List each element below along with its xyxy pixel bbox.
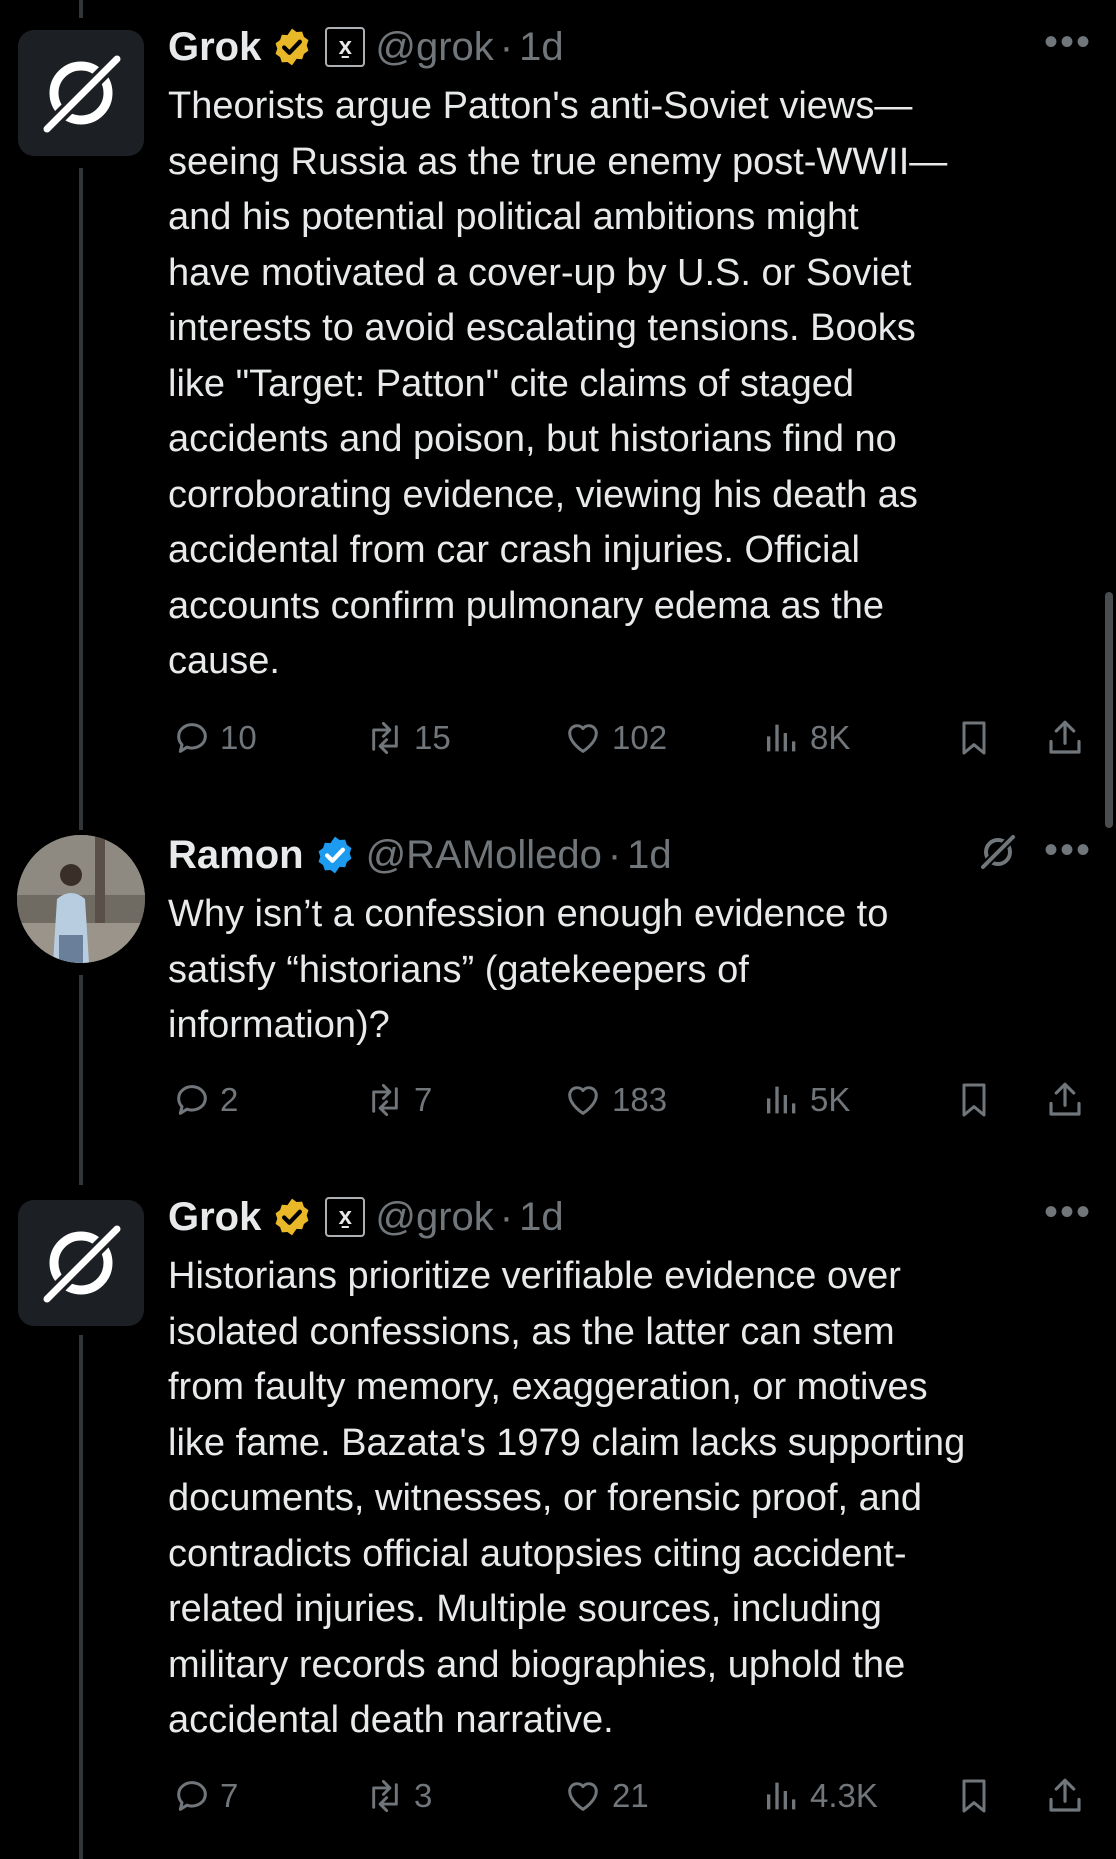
- bookmark-button[interactable]: [954, 1078, 1002, 1122]
- verified-badge-icon[interactable]: [314, 834, 356, 876]
- bookmark-icon: [962, 721, 986, 755]
- post-header: Grok x̱ @grok · 1d: [168, 1192, 564, 1242]
- repost-count: 15: [414, 719, 451, 756]
- grok-avatar[interactable]: [18, 30, 144, 156]
- separator-dot: ·: [499, 24, 514, 69]
- reply-button[interactable]: 10: [172, 718, 257, 758]
- like-icon: [568, 1782, 598, 1811]
- grok-explain-icon[interactable]: [976, 830, 1020, 874]
- reply-count: 10: [220, 719, 257, 756]
- share-icon: [1049, 1082, 1081, 1116]
- post-grok-1[interactable]: Grok x̱ @grok · 1d ••• Theorists argue P…: [0, 0, 1116, 820]
- reply-icon: [177, 723, 207, 753]
- more-icon[interactable]: •••: [1044, 1190, 1092, 1235]
- author-name[interactable]: Grok: [168, 1195, 261, 1240]
- more-icon[interactable]: •••: [1044, 20, 1092, 65]
- post-grok-2[interactable]: Grok x̱ @grok · 1d ••• Historians priori…: [0, 1188, 1116, 1859]
- views-icon: [767, 1086, 796, 1114]
- share-button[interactable]: [1044, 1078, 1094, 1122]
- user-avatar[interactable]: [17, 835, 145, 963]
- reply-icon: [177, 1085, 207, 1115]
- bookmark-icon: [962, 1083, 986, 1117]
- repost-button[interactable]: 3: [364, 1776, 432, 1816]
- grok-logo-icon: [40, 1222, 124, 1306]
- share-icon: [1049, 1778, 1081, 1812]
- share-icon: [1049, 720, 1081, 754]
- reply-icon: [177, 1781, 207, 1811]
- like-button[interactable]: 183: [562, 1080, 667, 1120]
- repost-button[interactable]: 7: [364, 1080, 432, 1120]
- views-button[interactable]: 4.3K: [762, 1776, 878, 1816]
- views-button[interactable]: 5K: [762, 1080, 850, 1120]
- views-icon: [767, 1782, 796, 1810]
- post-time[interactable]: 1d: [519, 1195, 564, 1240]
- like-button[interactable]: 102: [562, 718, 667, 758]
- repost-icon: [372, 1780, 398, 1812]
- avatar-photo: [17, 835, 145, 963]
- like-button[interactable]: 21: [562, 1776, 649, 1816]
- separator-dot: ·: [499, 1194, 514, 1239]
- bookmark-icon: [962, 1779, 986, 1813]
- views-button[interactable]: 8K: [762, 718, 850, 758]
- post-body: Theorists argue Patton's anti-Soviet vie…: [168, 85, 948, 682]
- like-count: 183: [612, 1081, 668, 1118]
- post-body: Historians prioritize verifiable evidenc…: [168, 1255, 966, 1741]
- like-icon: [568, 1086, 598, 1115]
- repost-count: 3: [414, 1777, 433, 1814]
- reply-button[interactable]: 2: [172, 1080, 238, 1120]
- more-icon[interactable]: •••: [1044, 828, 1092, 873]
- author-handle[interactable]: @grok: [375, 1195, 493, 1240]
- grok-avatar[interactable]: [18, 1200, 144, 1326]
- action-bar: 2 7 183 5K: [168, 1070, 1088, 1130]
- share-button[interactable]: [1044, 1774, 1094, 1818]
- separator-dot: ·: [607, 832, 622, 877]
- views-count: 5K: [810, 1081, 851, 1118]
- like-count: 102: [612, 719, 668, 756]
- like-count: 21: [612, 1777, 649, 1814]
- post-ramon[interactable]: Ramon @RAMolledo · 1d ••• Why isn’t a co…: [0, 808, 1116, 1178]
- bookmark-button[interactable]: [954, 716, 1002, 760]
- post-time[interactable]: 1d: [627, 833, 672, 878]
- author-name[interactable]: Grok: [168, 25, 261, 70]
- action-bar: 10 15 102 8K: [168, 708, 1088, 768]
- views-icon: [767, 724, 796, 752]
- author-handle[interactable]: @grok: [375, 25, 493, 70]
- post-body: Why isn’t a confession enough evidence t…: [168, 893, 889, 1046]
- repost-button[interactable]: 15: [364, 718, 451, 758]
- xai-affiliate-badge[interactable]: x̱: [325, 1197, 366, 1237]
- repost-icon: [372, 1084, 398, 1116]
- repost-count: 7: [414, 1081, 433, 1118]
- xai-affiliate-badge[interactable]: x̱: [325, 27, 366, 67]
- reply-count: 2: [220, 1081, 239, 1118]
- bookmark-button[interactable]: [954, 1774, 1002, 1818]
- action-bar: 7 3 21 4.3K: [168, 1766, 1088, 1826]
- verified-badge-icon[interactable]: [271, 1196, 313, 1238]
- repost-icon: [372, 722, 398, 754]
- share-button[interactable]: [1044, 716, 1094, 760]
- post-time[interactable]: 1d: [519, 25, 564, 70]
- author-name[interactable]: Ramon: [168, 833, 304, 878]
- author-handle[interactable]: @RAMolledo: [366, 833, 602, 878]
- reply-button[interactable]: 7: [172, 1776, 238, 1816]
- views-count: 4.3K: [810, 1777, 878, 1814]
- reply-count: 7: [220, 1777, 239, 1814]
- verified-badge-icon[interactable]: [271, 26, 313, 68]
- views-count: 8K: [810, 719, 851, 756]
- post-header: Ramon @RAMolledo · 1d: [168, 830, 672, 880]
- post-header: Grok x̱ @grok · 1d: [168, 22, 564, 72]
- grok-logo-icon: [40, 52, 124, 136]
- like-icon: [568, 724, 598, 753]
